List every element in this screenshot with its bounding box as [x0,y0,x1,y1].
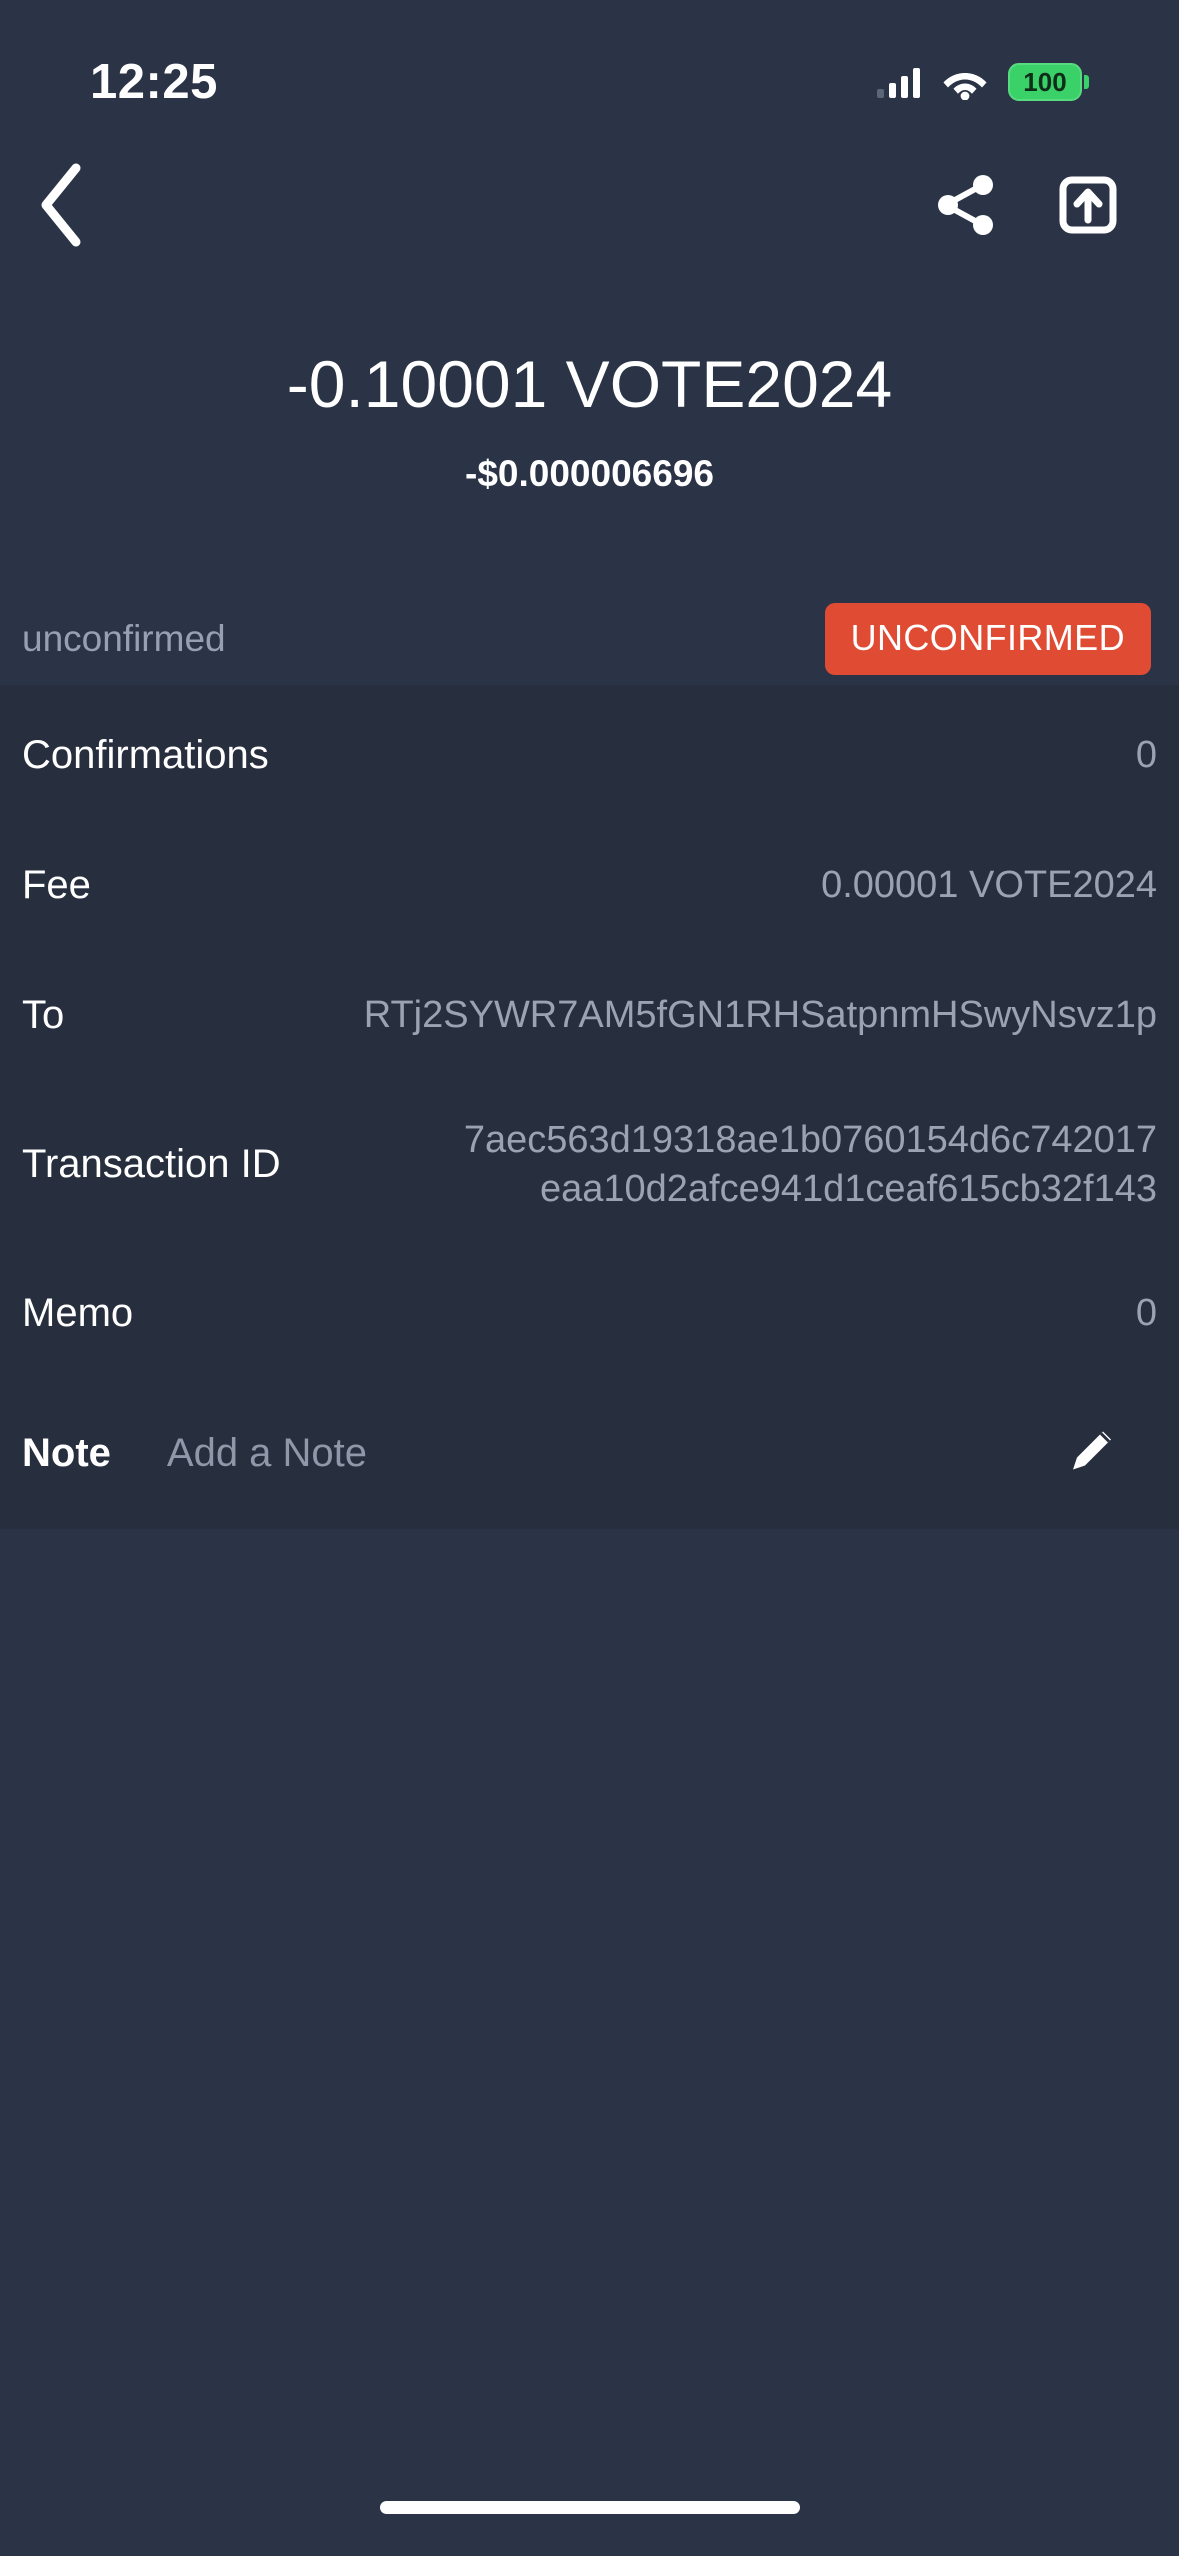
status-bar-time: 12:25 [90,55,218,109]
transaction-status-row: unconfirmed UNCONFIRMED [0,593,1179,685]
row-label: Fee [22,863,91,908]
note-label: Note [22,1431,111,1476]
edit-note-button[interactable] [1061,1421,1121,1486]
row-value: 0.00001 VOTE2024 [821,864,1157,907]
wifi-icon [942,66,987,101]
table-row-transaction-id[interactable]: Transaction ID 7aec563d19318ae1b0760154d… [22,1081,1157,1249]
row-label: Transaction ID [22,1142,281,1187]
share-icon [938,175,993,235]
battery-icon: 100 [1008,63,1089,101]
transaction-fiat-amount: -$0.000006696 [465,452,714,494]
row-value: 0 [1135,1292,1157,1335]
row-value: 7aec563d19318ae1b0760154d6c742017eaa10d2… [463,1118,1157,1210]
transaction-details-list: Confirmations 0 Fee 0.00001 VOTE2024 To … [0,684,1179,1529]
transaction-amount: -0.10001 VOTE2024 [286,347,893,421]
back-chevron-icon [41,163,81,247]
row-label: Confirmations [22,733,269,778]
table-row-note[interactable]: Note Add a Note [22,1379,1157,1529]
home-indicator [379,2501,800,2514]
open-external-icon [1059,176,1117,234]
cellular-signal-icon [877,66,920,98]
status-bar-indicators: 100 [877,49,1089,101]
table-row-to[interactable]: To RTj2SYWR7AM5fGN1RHSatpnmHSwyNsvz1p [22,951,1157,1081]
pencil-edit-icon [1073,1431,1111,1470]
share-button[interactable] [935,173,997,237]
status-bar: 12:25 100 [0,0,1179,150]
row-label: Memo [22,1291,134,1336]
battery-level-label: 100 [1023,66,1067,97]
transaction-detail-screen: 12:25 100 -0.10001 VOTE2024 -$0.00000669… [0,0,1179,2556]
back-button[interactable] [30,160,94,250]
note-input[interactable]: Add a Note [167,1431,367,1476]
table-row-fee[interactable]: Fee 0.00001 VOTE2024 [22,821,1157,951]
status-text: unconfirmed [22,617,226,659]
row-label: To [22,993,65,1038]
amount-header: -0.10001 VOTE2024 -$0.000006696 [0,260,1179,495]
navigation-actions [935,173,1119,237]
navigation-bar [0,150,1179,260]
open-external-button[interactable] [1057,174,1119,236]
row-value: 0 [1135,734,1157,777]
row-value: RTj2SYWR7AM5fGN1RHSatpnmHSwyNsvz1p [363,994,1157,1037]
table-row-confirmations[interactable]: Confirmations 0 [22,691,1157,821]
status-badge: UNCONFIRMED [824,602,1151,675]
table-row-memo[interactable]: Memo 0 [22,1249,1157,1379]
